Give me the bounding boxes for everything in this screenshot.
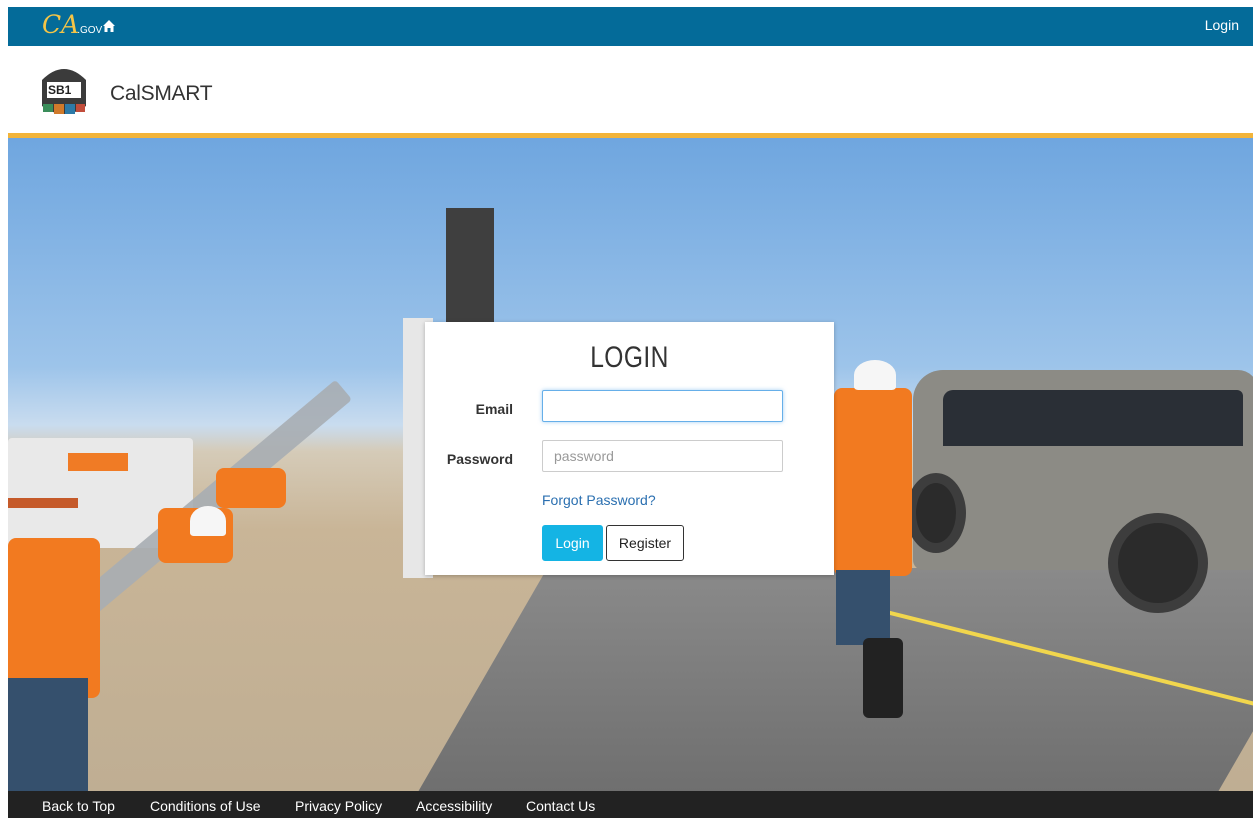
home-icon[interactable] [102,19,116,33]
footer-link-back-to-top[interactable]: Back to Top [42,798,115,814]
suv-wheel-rear [906,473,966,553]
top-login-link[interactable]: Login [1205,17,1239,33]
truck-stripe [8,498,78,508]
email-label: Email [475,401,513,417]
suv-window [943,390,1243,446]
worker-standing [834,388,912,576]
suv-wheel-front [1108,513,1208,613]
worker-boot [863,638,903,718]
worker-standing-helmet [854,360,896,390]
footer-link-conditions-of-use[interactable]: Conditions of Use [150,798,261,814]
password-field[interactable] [542,440,783,472]
crane-arm [446,208,494,328]
gov-top-bar: CA.GOV Login [8,7,1253,46]
app-name[interactable]: CalSMART [110,82,213,106]
register-button[interactable]: Register [606,525,684,561]
password-label: Password [446,451,513,467]
ca-logo-text: CA [42,10,80,39]
worker-left-edge [8,538,100,698]
site-footer: Back to Top Conditions of Use Privacy Po… [8,791,1253,818]
site-header: SB1 CalSMART [8,46,1253,134]
footer-link-privacy-policy[interactable]: Privacy Policy [295,798,382,814]
worker-bending [216,468,286,508]
login-card: LOGIN Email Password Forgot Password? Lo… [425,322,834,575]
login-title: LOGIN [590,341,669,374]
worker-helmet [190,506,226,536]
sb1-logo-text: SB1 [48,83,72,97]
ca-gov-logo[interactable]: CA.GOV [42,11,102,45]
traffic-barrel [68,453,128,471]
login-button[interactable]: Login [542,525,603,561]
email-field[interactable] [542,390,783,422]
footer-link-contact-us[interactable]: Contact Us [526,798,595,814]
footer-link-accessibility[interactable]: Accessibility [416,798,492,814]
worker-standing-pants [836,570,890,645]
forgot-password-link[interactable]: Forgot Password? [542,492,656,508]
worker-left-pants [8,678,88,791]
ca-logo-suffix: .GOV [77,25,103,36]
